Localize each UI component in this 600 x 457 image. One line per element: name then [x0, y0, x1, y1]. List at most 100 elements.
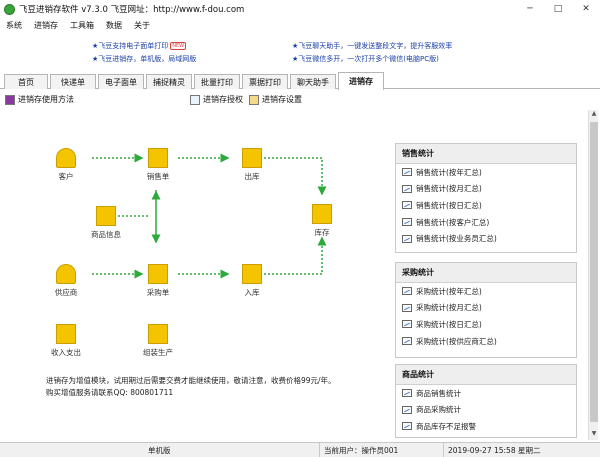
- minimize-button[interactable]: ─: [516, 0, 544, 18]
- sales-stat-by-month-label: 销售统计(按月汇总): [416, 184, 482, 194]
- promo-link-inventory[interactable]: ★飞豆进销存，单机版，局域网版: [92, 54, 196, 64]
- chart-icon: [402, 218, 412, 227]
- node-purchase-order[interactable]: 采购单: [128, 264, 188, 298]
- node-sales-order[interactable]: 销售单: [128, 148, 188, 182]
- status-datetime: 2019-09-27 15:58 星期二: [448, 446, 541, 455]
- vertical-scrollbar[interactable]: ▲ ▼: [588, 110, 598, 440]
- node-inbound-label: 入库: [244, 288, 260, 297]
- product-sales-stat-label: 商品销售统计: [416, 388, 461, 398]
- inventory-icon: [312, 204, 332, 224]
- window-title: 飞豆进销存软件 v7.3.0 飞豆网址：http://www.f-dou.com: [19, 5, 245, 15]
- node-outbound-label: 出库: [244, 172, 260, 181]
- status-user: 当前用户：操作员001: [320, 443, 444, 457]
- sales-stat-by-customer[interactable]: 销售统计(按客户汇总): [396, 214, 576, 231]
- chart-icon: [402, 303, 412, 312]
- product-purchase-stat[interactable]: 商品采购统计: [396, 402, 576, 419]
- assembly-icon: [148, 324, 168, 344]
- supplier-icon: [56, 264, 76, 284]
- status-mode: 单机版: [0, 443, 320, 457]
- app-logo-icon: [4, 3, 15, 15]
- low-stock-alert-label: 商品库存不足报警: [416, 421, 476, 431]
- panel-product-title: 商品统计: [396, 365, 576, 385]
- maximize-button[interactable]: □: [544, 0, 572, 18]
- license-label: 进销存授权: [203, 95, 243, 104]
- tab-batch-print[interactable]: 批量打印: [194, 74, 240, 89]
- settings-button[interactable]: 进销存设置: [249, 94, 302, 105]
- node-supplier-label: 供应商: [54, 288, 78, 297]
- node-inventory[interactable]: 库存: [292, 204, 352, 238]
- panel-sales-stats: 销售统计 销售统计(按年汇总) 销售统计(按月汇总) 销售统计(按日汇总) 销售…: [395, 143, 577, 253]
- node-inbound[interactable]: 入库: [222, 264, 282, 298]
- purchase-stat-by-day[interactable]: 采购统计(按日汇总): [396, 316, 576, 333]
- chart-icon: [402, 337, 412, 346]
- panel-purchase-stats: 采购统计 采购统计(按年汇总) 采购统计(按月汇总) 采购统计(按日汇总) 采购…: [395, 262, 577, 358]
- sales-stat-by-year-label: 销售统计(按年汇总): [416, 167, 482, 177]
- customer-icon: [56, 148, 76, 168]
- promo-link-chat[interactable]: ★飞豆聊天助手，一键发送整段文字，提升客服效率: [292, 41, 452, 51]
- sales-stat-by-year[interactable]: 销售统计(按年汇总): [396, 164, 576, 181]
- purchase-stat-by-day-label: 采购统计(按日汇总): [416, 319, 482, 329]
- title-bar: 飞豆进销存软件 v7.3.0 飞豆网址：http://www.f-dou.com…: [0, 0, 600, 18]
- book-icon: [5, 94, 15, 105]
- menu-data[interactable]: 数据: [106, 20, 122, 31]
- money-icon: [56, 324, 76, 344]
- promo-link-wechat[interactable]: ★飞豆微信多开，一次打开多个微信(电脑PC版): [292, 54, 439, 64]
- menu-system[interactable]: 系统: [6, 20, 22, 31]
- sales-stat-by-salesperson[interactable]: 销售统计(按业务员汇总): [396, 230, 576, 247]
- tab-bar: 首页 快递单 电子面单 捕捉精灵 批量打印 票据打印 聊天助手 进销存: [0, 72, 600, 90]
- tab-inventory[interactable]: 进销存: [338, 72, 384, 90]
- flow-diagram: 客户 销售单 出库 商品信息 库存 供应商 采购单 入库 收入支出 组装生产 进…: [0, 110, 390, 440]
- guide-button[interactable]: 进销存使用方法: [5, 94, 74, 105]
- sales-stat-by-day-label: 销售统计(按日汇总): [416, 200, 482, 210]
- node-income-expense-label: 收入支出: [51, 348, 81, 357]
- chart-icon: [402, 405, 412, 414]
- sales-stat-by-month[interactable]: 销售统计(按月汇总): [396, 181, 576, 198]
- chart-icon: [402, 234, 412, 243]
- promo-area: ★飞豆支持电子面单打印 NEW ★飞豆进销存，单机版，局域网版 ★飞豆聊天助手，一…: [0, 37, 600, 69]
- tab-chat-assistant[interactable]: 聊天助手: [290, 74, 336, 89]
- sales-stat-by-day[interactable]: 销售统计(按日汇总): [396, 197, 576, 214]
- menu-about[interactable]: 关于: [134, 20, 150, 31]
- truck-inbound-icon: [242, 264, 262, 284]
- tab-capture[interactable]: 捕捉精灵: [146, 74, 192, 89]
- tab-receipt-print[interactable]: 票据打印: [242, 74, 288, 89]
- scroll-thumb[interactable]: [590, 122, 598, 422]
- promo-link-eform-text: ★飞豆支持电子面单打印: [92, 42, 169, 50]
- tab-eform[interactable]: 电子面单: [98, 74, 144, 89]
- chart-icon: [402, 201, 412, 210]
- contact-note: 购买增值服务请联系QQ: 800801711: [46, 388, 174, 397]
- purchase-stat-by-year[interactable]: 采购统计(按年汇总): [396, 283, 576, 300]
- node-assembly[interactable]: 组装生产: [128, 324, 188, 358]
- product-sales-stat[interactable]: 商品销售统计: [396, 385, 576, 402]
- panel-sales-title: 销售统计: [396, 144, 576, 164]
- low-stock-alert[interactable]: 商品库存不足报警: [396, 418, 576, 435]
- node-customer[interactable]: 客户: [36, 148, 96, 182]
- promo-link-eform[interactable]: ★飞豆支持电子面单打印 NEW: [92, 41, 187, 51]
- menu-toolbox[interactable]: 工具箱: [70, 20, 94, 31]
- menu-inventory[interactable]: 进销存: [34, 20, 58, 31]
- truck-icon: [242, 148, 262, 168]
- scroll-up-icon[interactable]: ▲: [589, 110, 599, 120]
- node-supplier[interactable]: 供应商: [36, 264, 96, 298]
- license-icon: [190, 94, 200, 105]
- scroll-down-icon[interactable]: ▼: [589, 430, 599, 440]
- panel-purchase-title: 采购统计: [396, 263, 576, 283]
- tab-home[interactable]: 首页: [4, 74, 48, 89]
- sales-order-icon: [148, 148, 168, 168]
- toolbar: 进销存使用方法 进销存授权 进销存设置: [0, 92, 600, 108]
- close-button[interactable]: ✕: [572, 0, 600, 18]
- purchase-stat-by-month[interactable]: 采购统计(按月汇总): [396, 300, 576, 317]
- chart-icon: [402, 389, 412, 398]
- license-button[interactable]: 进销存授权: [190, 94, 243, 105]
- panel-product-stats: 商品统计 商品销售统计 商品采购统计 商品库存不足报警: [395, 364, 577, 438]
- node-outbound[interactable]: 出库: [222, 148, 282, 182]
- new-badge: NEW: [170, 42, 187, 50]
- node-product-info[interactable]: 商品信息: [76, 206, 136, 240]
- node-product-info-label: 商品信息: [91, 230, 121, 239]
- purchase-stat-by-supplier[interactable]: 采购统计(按供应商汇总): [396, 333, 576, 350]
- purchase-stat-by-supplier-label: 采购统计(按供应商汇总): [416, 336, 497, 346]
- node-sales-order-label: 销售单: [146, 172, 170, 181]
- tab-express[interactable]: 快递单: [50, 74, 96, 89]
- chart-icon: [402, 184, 412, 193]
- node-income-expense[interactable]: 收入支出: [36, 324, 96, 358]
